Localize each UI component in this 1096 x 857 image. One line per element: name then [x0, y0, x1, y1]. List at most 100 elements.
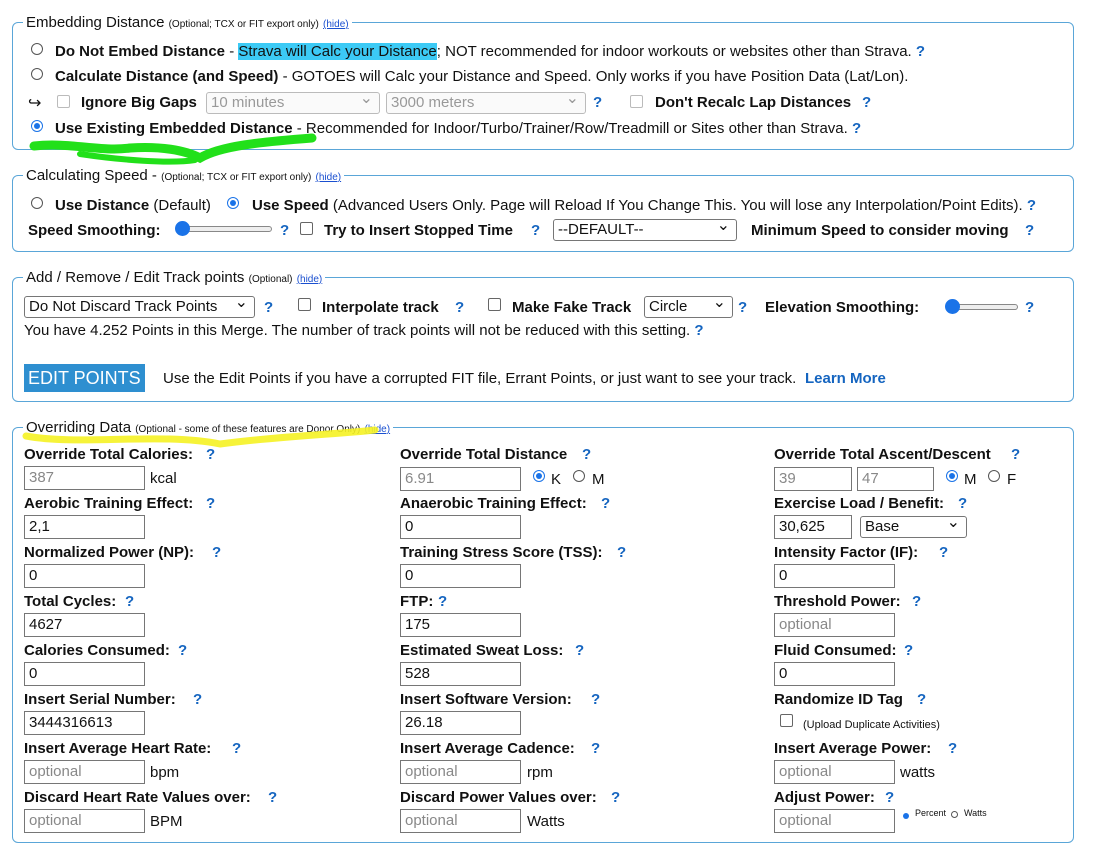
help-icon[interactable]: ? [178, 642, 187, 659]
help-icon[interactable]: ? [904, 642, 913, 659]
help-icon[interactable]: ? [948, 740, 957, 757]
tss-input[interactable]: 0 [400, 564, 521, 588]
edit-points-button[interactable]: EDIT POINTS [24, 364, 145, 392]
fluid-consumed-input[interactable]: 0 [774, 662, 895, 686]
use-distance-radio[interactable] [31, 197, 43, 209]
dont-recalc-lap-checkbox[interactable] [630, 95, 643, 108]
help-icon[interactable]: ? [264, 299, 273, 316]
help-icon[interactable]: ? [939, 544, 948, 561]
hide-link[interactable]: (hide) [323, 19, 349, 30]
help-icon[interactable]: ? [582, 446, 591, 463]
help-icon[interactable]: ? [438, 593, 447, 610]
avg-cadence-input[interactable]: optional [400, 760, 521, 784]
discard-points-select[interactable]: Do Not Discard Track Points [24, 296, 255, 318]
help-icon[interactable]: ? [601, 495, 610, 512]
help-icon[interactable]: ? [575, 642, 584, 659]
help-icon[interactable]: ? [455, 299, 464, 316]
help-icon[interactable]: ? [738, 299, 747, 316]
help-icon[interactable]: ? [206, 446, 215, 463]
gap-distance-select[interactable]: 3000 meters [386, 92, 586, 114]
hide-link[interactable]: (hide) [316, 172, 342, 183]
sweat-loss-input[interactable]: 528 [400, 662, 521, 686]
avg-power-input[interactable]: optional [774, 760, 895, 784]
help-icon[interactable]: ? [206, 495, 215, 512]
learn-more-link[interactable]: Learn More [805, 370, 886, 387]
threshold-power-input[interactable]: optional [774, 613, 895, 637]
override-distance-input[interactable]: 6.91 [400, 467, 521, 491]
calculate-distance-radio[interactable] [31, 68, 43, 80]
use-speed-option: Use Speed (Advanced Users Only. Page wil… [252, 197, 1036, 214]
help-icon[interactable]: ? [531, 222, 540, 239]
discard-power-input[interactable]: optional [400, 809, 521, 833]
use-speed-radio[interactable] [227, 197, 239, 209]
min-speed-label: Minimum Speed to consider moving [751, 222, 1009, 239]
distance-km-radio[interactable] [533, 470, 545, 482]
help-icon[interactable]: ? [591, 691, 600, 708]
aerobic-te-input[interactable]: 2,1 [24, 515, 145, 539]
adjust-percent-radio[interactable] [901, 811, 909, 819]
make-fake-track-checkbox[interactable] [488, 298, 501, 311]
help-icon[interactable]: ? [852, 120, 861, 137]
elevation-feet-radio[interactable] [988, 470, 1000, 482]
interpolate-track-checkbox[interactable] [298, 298, 311, 311]
speed-smoothing-slider[interactable] [175, 221, 272, 236]
ftp-input[interactable]: 175 [400, 613, 521, 637]
software-version-input[interactable]: 26.18 [400, 711, 521, 735]
help-icon[interactable]: ? [591, 740, 600, 757]
help-icon[interactable]: ? [212, 544, 221, 561]
intensity-factor-input[interactable]: 0 [774, 564, 895, 588]
help-icon[interactable]: ? [1025, 299, 1034, 316]
help-icon[interactable]: ? [912, 593, 921, 610]
slider-thumb[interactable] [945, 299, 960, 314]
fluid-consumed-label: Fluid Consumed: [774, 642, 897, 659]
help-icon[interactable]: ? [916, 43, 925, 60]
help-icon[interactable]: ? [593, 94, 602, 111]
do-not-embed-radio[interactable] [31, 43, 43, 55]
adjust-power-input[interactable]: optional [774, 809, 895, 833]
points-info-text: You have 4.252 Points in this Merge. The… [24, 322, 704, 339]
kcal-unit: kcal [150, 470, 177, 487]
help-icon[interactable]: ? [917, 691, 926, 708]
np-input[interactable]: 0 [24, 564, 145, 588]
elevation-meters-radio[interactable] [946, 470, 958, 482]
help-icon[interactable]: ? [1011, 446, 1020, 463]
help-icon[interactable]: ? [885, 789, 894, 806]
distance-miles-radio[interactable] [573, 470, 585, 482]
slider-thumb[interactable] [175, 221, 190, 236]
elevation-smoothing-slider[interactable] [945, 299, 1018, 314]
randomize-id-checkbox[interactable] [780, 714, 793, 727]
ascent-input[interactable]: 39 [774, 467, 852, 491]
insert-stopped-time-checkbox[interactable] [300, 222, 313, 235]
ignore-big-gaps-checkbox[interactable] [57, 95, 70, 108]
gap-time-select[interactable]: 10 minutes [206, 92, 380, 114]
help-icon[interactable]: ? [280, 222, 289, 239]
benefit-select[interactable]: Base [860, 516, 967, 538]
exercise-load-input[interactable]: 30,625 [774, 515, 852, 539]
calories-consumed-input[interactable]: 0 [24, 662, 145, 686]
hide-link[interactable]: (hide) [297, 274, 323, 285]
help-icon[interactable]: ? [232, 740, 241, 757]
software-version-label: Insert Software Version: [400, 691, 572, 708]
help-icon[interactable]: ? [193, 691, 202, 708]
fake-track-shape-select[interactable]: Circle [644, 296, 733, 318]
override-calories-input[interactable]: 387 [24, 466, 145, 490]
help-icon[interactable]: ? [1027, 197, 1036, 214]
help-icon[interactable]: ? [268, 789, 277, 806]
discard-hr-input[interactable]: optional [24, 809, 145, 833]
avg-hr-input[interactable]: optional [24, 760, 145, 784]
descent-input[interactable]: 47 [857, 467, 934, 491]
help-icon[interactable]: ? [617, 544, 626, 561]
min-speed-select[interactable]: --DEFAULT-- [553, 219, 737, 241]
help-icon[interactable]: ? [611, 789, 620, 806]
anaerobic-te-input[interactable]: 0 [400, 515, 521, 539]
help-icon[interactable]: ? [694, 322, 703, 339]
help-icon[interactable]: ? [1025, 222, 1034, 239]
serial-number-input[interactable]: 3444316613 [24, 711, 145, 735]
section-title: Add / Remove / Edit Track points [26, 269, 245, 286]
total-cycles-input[interactable]: 4627 [24, 613, 145, 637]
help-icon[interactable]: ? [125, 593, 134, 610]
bpm-caps-unit: BPM [150, 813, 183, 830]
help-icon[interactable]: ? [862, 94, 871, 111]
adjust-watts-radio[interactable] [951, 811, 958, 818]
help-icon[interactable]: ? [958, 495, 967, 512]
